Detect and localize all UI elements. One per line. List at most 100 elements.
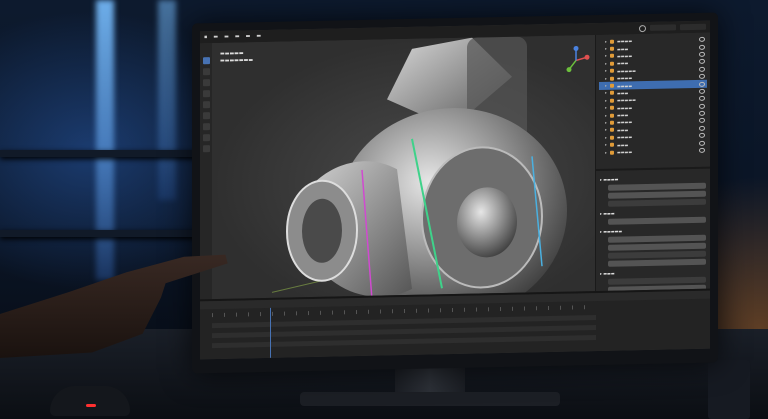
eye-icon[interactable] xyxy=(699,103,705,109)
monitor-stand-base xyxy=(300,392,560,406)
expand-icon[interactable] xyxy=(605,62,607,65)
eye-icon[interactable] xyxy=(699,133,705,139)
object-icon xyxy=(610,142,614,147)
eye-icon[interactable] xyxy=(699,44,705,50)
object-icon xyxy=(610,120,614,125)
photo-scene: ▪ ▬ ▬ ▬ ▬ ▬ ▬▬▬▬▬ ▬▬▬▬▬▬▬ ▬▬▬▬ ▬▬▬ ▬▬▬▬ … xyxy=(0,0,768,419)
object-icon xyxy=(610,105,614,110)
select-tool-icon[interactable] xyxy=(202,57,210,65)
add-cube-tool-icon[interactable] xyxy=(202,145,210,153)
outliner-row-label: ▬▬▬▬ xyxy=(617,104,633,111)
expand-icon[interactable] xyxy=(605,77,607,80)
menu-item[interactable]: ▬ xyxy=(235,34,240,40)
object-icon xyxy=(610,113,614,118)
outliner-row-label: ▬▬▬▬ xyxy=(617,75,633,81)
properties-section-header[interactable]: ▸ ▬▬▬▬▬ xyxy=(600,225,706,235)
annotate-tool-icon[interactable] xyxy=(202,123,210,131)
eye-icon[interactable] xyxy=(699,110,705,116)
property-field[interactable] xyxy=(608,258,706,267)
expand-icon[interactable] xyxy=(605,47,607,50)
property-field[interactable] xyxy=(608,234,706,243)
expand-icon[interactable] xyxy=(605,129,607,132)
monitor: ▪ ▬ ▬ ▬ ▬ ▬ ▬▬▬▬▬ ▬▬▬▬▬▬▬ ▬▬▬▬ ▬▬▬ ▬▬▬▬ … xyxy=(192,12,718,374)
eye-icon[interactable] xyxy=(699,118,705,124)
object-icon xyxy=(610,83,614,88)
menu-item[interactable]: ▬ xyxy=(246,33,251,39)
properties-panel: ▸ ▬▬▬▬ ▸ ▬▬▬ ▸ ▬▬▬▬▬ ▸ ▬▬▬ xyxy=(596,169,710,293)
outliner-row[interactable]: ▬▬▬▬ xyxy=(599,147,707,157)
eye-icon[interactable] xyxy=(699,81,705,87)
property-field[interactable] xyxy=(608,198,706,207)
object-icon xyxy=(610,128,614,133)
property-field[interactable] xyxy=(608,182,706,191)
mouse xyxy=(50,386,130,416)
timeline[interactable] xyxy=(200,288,710,360)
3d-viewport[interactable]: ▬▬▬▬▬ ▬▬▬▬▬▬▬ xyxy=(212,35,597,302)
property-field[interactable] xyxy=(608,250,706,259)
outliner-row-label: ▬▬▬ xyxy=(617,90,629,96)
transform-tool-icon[interactable] xyxy=(202,112,210,120)
expand-icon[interactable] xyxy=(605,40,607,43)
led-light-bar xyxy=(96,0,114,280)
properties-section-header[interactable]: ▸ ▬▬▬▬ xyxy=(600,173,706,183)
expand-icon[interactable] xyxy=(605,107,607,110)
eye-icon[interactable] xyxy=(699,140,705,146)
move-tool-icon[interactable] xyxy=(202,79,210,87)
object-icon xyxy=(610,61,614,66)
axis-gizmo-icon[interactable] xyxy=(561,45,591,76)
workspace-switcher xyxy=(639,23,710,32)
expand-icon[interactable] xyxy=(605,121,607,124)
eye-icon[interactable] xyxy=(699,66,705,72)
eye-icon[interactable] xyxy=(699,51,705,57)
eye-icon[interactable] xyxy=(699,88,705,94)
property-field[interactable] xyxy=(608,276,706,285)
eye-icon[interactable] xyxy=(699,59,705,65)
rotate-tool-icon[interactable] xyxy=(202,90,210,98)
measure-tool-icon[interactable] xyxy=(202,134,210,142)
eye-icon[interactable] xyxy=(699,96,705,102)
expand-icon[interactable] xyxy=(605,136,607,139)
expand-icon[interactable] xyxy=(605,151,607,154)
expand-icon[interactable] xyxy=(605,114,607,117)
outliner-row-label: ▬▬▬▬ xyxy=(617,53,633,59)
blender-screen: ▪ ▬ ▬ ▬ ▬ ▬ ▬▬▬▬▬ ▬▬▬▬▬▬▬ ▬▬▬▬ ▬▬▬ ▬▬▬▬ … xyxy=(200,20,710,360)
menu-item[interactable]: ▬ xyxy=(213,34,218,40)
led-light-bar xyxy=(158,0,176,200)
outliner: ▬▬▬▬ ▬▬▬ ▬▬▬▬ ▬▬▬ ▬▬▬▬▬ ▬▬▬▬ ▬▬▬▬ ▬▬▬ ▬▬… xyxy=(596,32,710,172)
object-icon xyxy=(610,54,614,59)
expand-icon[interactable] xyxy=(605,55,607,58)
view-layer-selector[interactable] xyxy=(680,23,706,30)
outliner-row-label: ▬▬▬ xyxy=(617,142,629,148)
eye-icon[interactable] xyxy=(699,36,705,43)
expand-icon[interactable] xyxy=(605,70,607,73)
object-icon xyxy=(610,76,614,81)
outliner-row-label: ▬▬▬▬ xyxy=(617,38,633,44)
scene-selector[interactable] xyxy=(650,23,676,31)
property-field[interactable] xyxy=(608,216,706,225)
eye-icon[interactable] xyxy=(699,73,705,80)
menu-item[interactable]: ▪ xyxy=(204,34,207,40)
search-icon[interactable] xyxy=(639,24,646,32)
mouse-led xyxy=(86,404,96,407)
outliner-row-label: ▬▬▬▬ xyxy=(617,119,633,126)
properties-section-header[interactable]: ▸ ▬▬▬ xyxy=(600,267,706,277)
expand-icon[interactable] xyxy=(605,84,607,87)
object-icon xyxy=(610,68,614,74)
outliner-row-label: ▬▬▬ xyxy=(617,127,629,133)
properties-section-header[interactable]: ▸ ▬▬▬ xyxy=(600,207,706,217)
menu-item[interactable]: ▬ xyxy=(256,33,261,39)
timeline-playhead[interactable] xyxy=(270,307,271,358)
outliner-row-label: ▬▬▬ xyxy=(617,45,629,52)
shelf xyxy=(0,230,200,237)
menu-item[interactable]: ▬ xyxy=(224,34,229,40)
scale-tool-icon[interactable] xyxy=(202,101,210,109)
cursor-tool-icon[interactable] xyxy=(202,68,210,76)
expand-icon[interactable] xyxy=(605,99,607,102)
eye-icon[interactable] xyxy=(699,125,705,131)
eye-icon[interactable] xyxy=(699,147,705,153)
outliner-row-label: ▬▬▬ xyxy=(617,60,629,66)
property-field[interactable] xyxy=(608,242,706,251)
expand-icon[interactable] xyxy=(605,92,607,95)
expand-icon[interactable] xyxy=(605,143,607,147)
property-field[interactable] xyxy=(608,190,706,199)
